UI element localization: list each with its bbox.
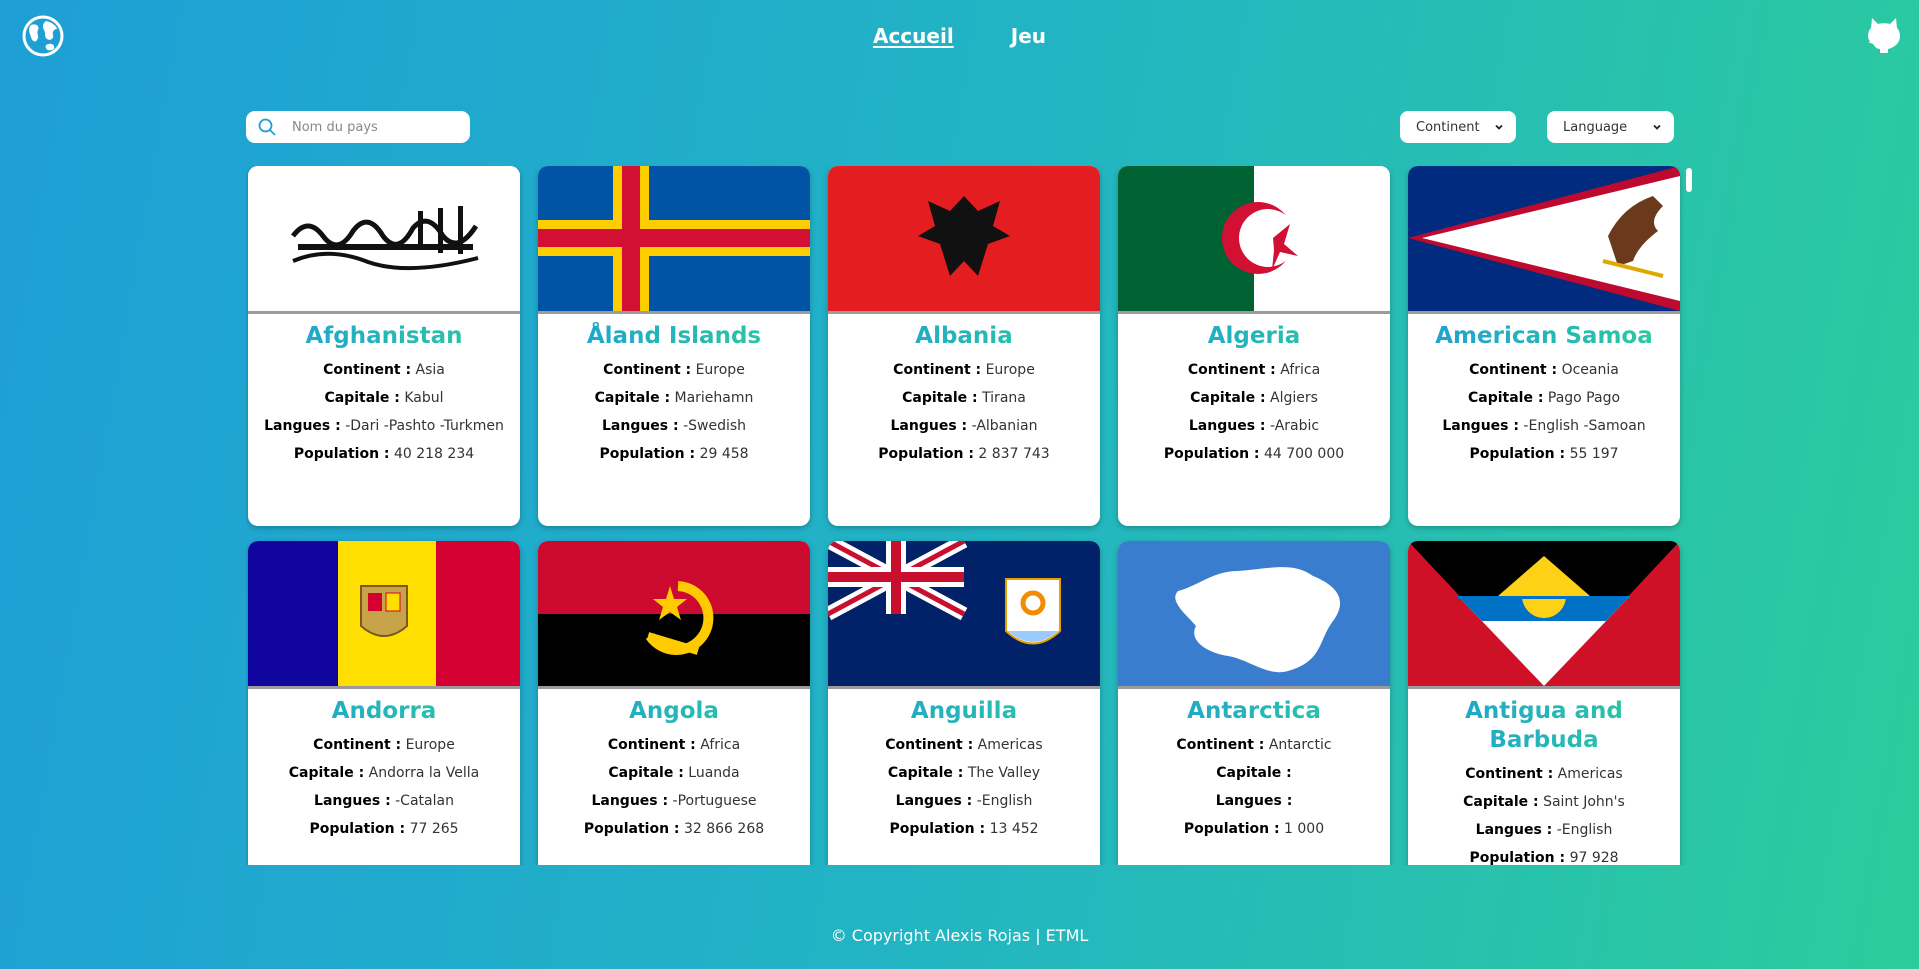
country-continent: Continent : Europe [313, 737, 455, 753]
country-population: Population : 32 866 268 [583, 821, 765, 837]
country-languages: Langues : -English [895, 793, 1033, 809]
main-nav: Accueil Jeu [0, 24, 1919, 48]
flag-anguilla [828, 541, 1100, 689]
country-capital: Capitale : Algiers [1190, 390, 1318, 406]
country-card[interactable]: Åland Islands Continent : Europe Capital… [538, 166, 810, 526]
flag-algeria [1118, 166, 1390, 314]
flag-american-samoa [1408, 166, 1680, 314]
country-population: Population : 77 265 [309, 821, 459, 837]
country-name: American Samoa [1416, 322, 1672, 351]
language-select[interactable]: Language [1547, 111, 1674, 143]
country-capital: Capitale : Mariehamn [594, 390, 754, 406]
country-card[interactable]: Afghanistan Continent : Asia Capitale : … [248, 166, 520, 526]
country-card[interactable]: Andorra Continent : Europe Capitale : An… [248, 541, 520, 865]
country-languages: Langues : -English [1475, 822, 1613, 838]
country-continent: Continent : Antarctic [1176, 737, 1332, 753]
country-capital: Capitale : Tirana [902, 390, 1026, 406]
country-population: Population : 1 000 [1183, 821, 1325, 837]
country-capital: Capitale : Luanda [608, 765, 740, 781]
country-population: Population : 97 928 [1469, 850, 1619, 865]
country-population: Population : 13 452 [889, 821, 1039, 837]
country-population: Population : 44 700 000 [1163, 446, 1345, 462]
country-population: Population : 2 837 743 [878, 446, 1050, 462]
country-card[interactable]: Angola Continent : Africa Capitale : Lua… [538, 541, 810, 865]
nav-home-link[interactable]: Accueil [873, 24, 954, 48]
country-languages: Langues : -Catalan [314, 793, 454, 809]
country-card[interactable]: Antarctica Continent : Antarctic Capital… [1118, 541, 1390, 865]
country-continent: Continent : Americas [885, 737, 1043, 753]
github-icon[interactable] [1866, 16, 1902, 54]
flag-aland-islands [538, 166, 810, 314]
continent-select[interactable]: Continent [1400, 111, 1516, 143]
country-continent: Continent : Africa [1187, 362, 1321, 378]
country-name: Åland Islands [546, 322, 802, 351]
scrollbar-thumb[interactable] [1686, 168, 1692, 192]
country-name: Afghanistan [256, 322, 512, 351]
country-card[interactable]: Albania Continent : Europe Capitale : Ti… [828, 166, 1100, 526]
country-name: Andorra [256, 697, 512, 726]
country-capital: Capitale : Saint John's [1463, 794, 1625, 810]
country-name: Anguilla [836, 697, 1092, 726]
country-continent: Continent : Europe [603, 362, 745, 378]
flag-afghanistan [248, 166, 520, 314]
country-name: Algeria [1126, 322, 1382, 351]
flag-albania [828, 166, 1100, 314]
country-name: Antigua and Barbuda [1416, 697, 1672, 755]
search-icon [258, 118, 276, 136]
country-capital: Capitale : The Valley [887, 765, 1041, 781]
country-continent: Continent : Oceania [1469, 362, 1619, 378]
country-name: Albania [836, 322, 1092, 351]
continent-select-label: Continent [1416, 119, 1480, 135]
country-languages: Langues : -Arabic [1188, 418, 1320, 434]
country-name: Antarctica [1126, 697, 1382, 726]
country-continent: Continent : Africa [607, 737, 741, 753]
country-card[interactable]: Anguilla Continent : Americas Capitale :… [828, 541, 1100, 865]
country-continent: Continent : Asia [323, 362, 445, 378]
flag-andorra [248, 541, 520, 689]
country-population: Population : 40 218 234 [293, 446, 475, 462]
nav-game-link[interactable]: Jeu [1011, 24, 1046, 48]
country-continent: Continent : Europe [893, 362, 1035, 378]
chevron-down-icon [1495, 124, 1503, 130]
chevron-down-icon [1653, 124, 1661, 130]
country-card[interactable]: American Samoa Continent : Oceania Capit… [1408, 166, 1680, 526]
country-languages: Langues : -Portuguese [591, 793, 757, 809]
country-card[interactable]: Antigua and Barbuda Continent : Americas… [1408, 541, 1680, 865]
flag-antigua-and-barbuda [1408, 541, 1680, 689]
country-languages: Langues : [1215, 793, 1293, 809]
country-languages: Langues : -Albanian [890, 418, 1038, 434]
country-languages: Langues : -Swedish [601, 418, 747, 434]
country-languages: Langues : -English -Samoan [1442, 418, 1646, 434]
country-name: Angola [546, 697, 802, 726]
country-capital: Capitale : [1216, 765, 1292, 781]
country-population: Population : 55 197 [1469, 446, 1619, 462]
country-capital: Capitale : Andorra la Vella [288, 765, 480, 781]
search-input[interactable] [290, 118, 454, 136]
country-population: Population : 29 458 [599, 446, 749, 462]
search-box[interactable] [246, 111, 470, 143]
flag-angola [538, 541, 810, 689]
flag-antarctica [1118, 541, 1390, 689]
country-capital: Capitale : Kabul [324, 390, 444, 406]
country-list[interactable]: Afghanistan Continent : Asia Capitale : … [246, 166, 1692, 865]
country-card[interactable]: Algeria Continent : Africa Capitale : Al… [1118, 166, 1390, 526]
country-continent: Continent : Americas [1465, 766, 1623, 782]
language-select-label: Language [1563, 119, 1628, 135]
country-languages: Langues : -Dari -Pashto -Turkmen [264, 418, 504, 434]
footer-copyright: © Copyright Alexis Rojas | ETML [830, 926, 1089, 945]
country-capital: Capitale : Pago Pago [1467, 390, 1621, 406]
